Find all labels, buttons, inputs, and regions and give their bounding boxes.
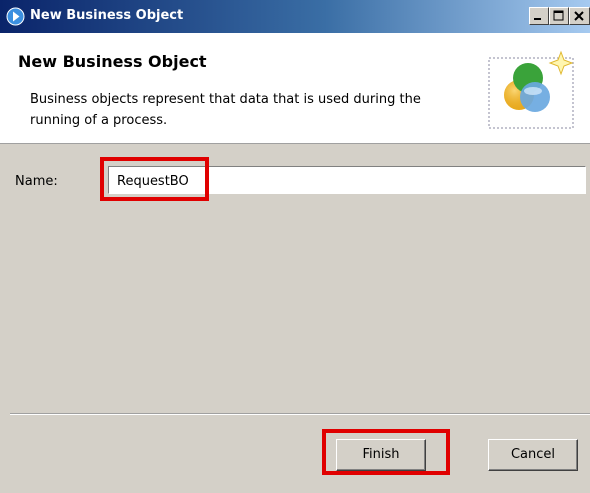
new-business-object-dialog: New Business Object New Business Object …	[0, 0, 590, 493]
cancel-button[interactable]: Cancel	[488, 439, 578, 471]
window-title: New Business Object	[30, 8, 184, 23]
button-separator	[10, 413, 590, 415]
title-bar[interactable]: New Business Object	[0, 0, 590, 33]
name-input[interactable]	[108, 166, 586, 194]
business-object-wizard-icon	[488, 50, 574, 129]
maximize-button[interactable]	[549, 7, 569, 25]
close-button[interactable]	[569, 7, 590, 25]
finish-button[interactable]: Finish	[336, 439, 426, 471]
page-title: New Business Object	[18, 52, 207, 71]
maximize-icon	[553, 10, 564, 21]
wizard-arrow-icon	[6, 7, 25, 26]
wizard-header: New Business Object Business objects rep…	[0, 33, 590, 144]
minimize-button[interactable]	[529, 7, 549, 25]
page-description: Business objects represent that data tha…	[30, 92, 421, 128]
close-icon	[574, 11, 584, 21]
minimize-icon	[534, 18, 541, 20]
name-label: Name:	[15, 174, 58, 189]
